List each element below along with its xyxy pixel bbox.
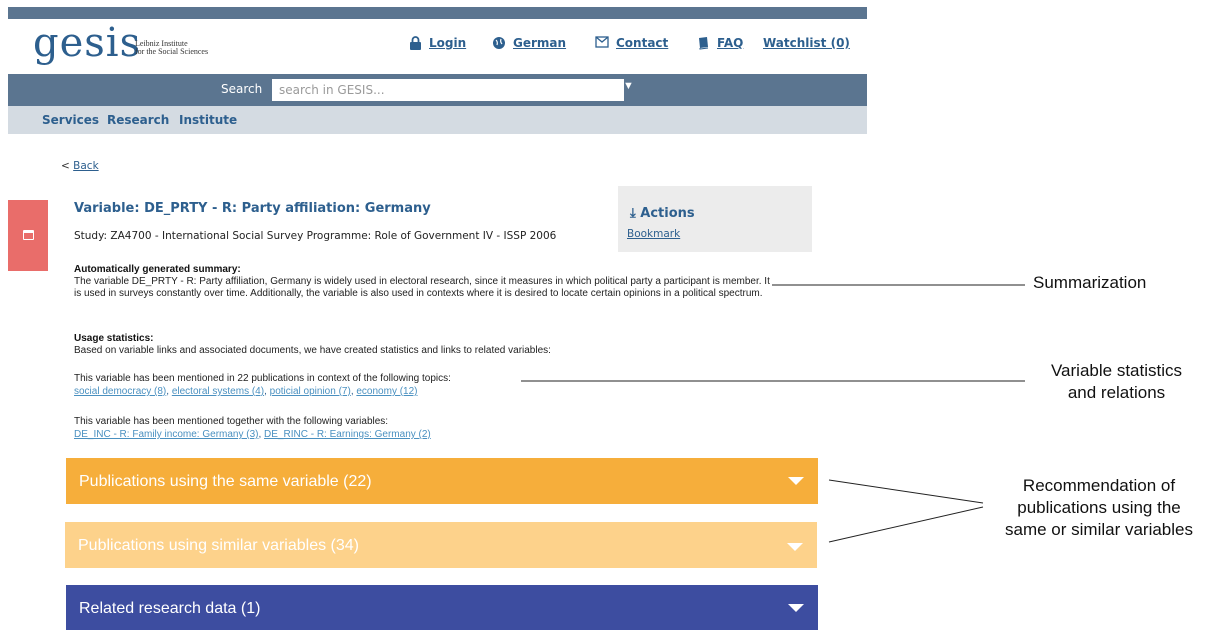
calendar-icon <box>23 230 34 240</box>
topic-link[interactable]: economy (12) <box>356 386 417 397</box>
book-icon <box>696 36 710 50</box>
search-dropdown-icon[interactable]: ▼ <box>623 80 634 92</box>
chevron-down-icon[interactable] <box>788 604 804 612</box>
rec-line-upper <box>828 479 984 504</box>
chevron-down-icon[interactable] <box>787 543 803 551</box>
annotation-summarization: Summarization <box>1033 273 1147 292</box>
topic-link[interactable]: electoral systems (4) <box>172 386 264 397</box>
panel-similar-variables[interactable]: Publications using similar variables (34… <box>65 522 817 568</box>
panel-title: Publications using the same variable (22… <box>79 473 372 490</box>
search-input[interactable] <box>272 79 624 101</box>
chevron-down-icon[interactable] <box>788 477 804 485</box>
study-info: Study: ZA4700 - International Social Sur… <box>74 230 557 242</box>
back-link[interactable]: < Back <box>61 160 99 172</box>
topic-link[interactable]: social democracy (8) <box>74 386 166 397</box>
variable-links: DE_INC - R: Family income: Germany (3), … <box>74 429 431 440</box>
summary-heading: Automatically generated summary: <box>74 264 241 275</box>
summary-text: The variable DE_PRTY - R: Party affiliat… <box>74 276 770 299</box>
actions-box: ⤓ Actions Bookmark <box>618 186 812 252</box>
language-link[interactable]: German <box>492 36 566 50</box>
envelope-icon <box>595 36 609 50</box>
contact-link[interactable]: Contact <box>595 36 668 50</box>
annotation-recommendation: Recommendation of publications using the… <box>1005 476 1193 539</box>
lock-icon <box>408 36 422 50</box>
download-icon: ⤓ <box>630 206 636 221</box>
topic-links: social democracy (8), electoral systems … <box>74 386 418 397</box>
watchlist-link[interactable]: Watchlist (0) <box>763 36 850 50</box>
logo-subtitle: Leibniz Institute for the Social Science… <box>135 39 209 56</box>
login-link[interactable]: Login <box>408 36 466 50</box>
related-variable-link[interactable]: DE_INC - R: Family income: Germany (3) <box>74 429 258 440</box>
panel-title: Related research data (1) <box>79 600 261 617</box>
gesis-logo[interactable]: gesis <box>33 23 141 63</box>
topics-text: This variable has been mentioned in 22 p… <box>74 373 451 384</box>
category-tab[interactable] <box>8 200 48 271</box>
site-header: gesis Leibniz Institute for the Social S… <box>8 19 867 74</box>
nav-institute[interactable]: Institute <box>179 113 237 127</box>
related-variable-link[interactable]: DE_RINC - R: Earnings: Germany (2) <box>264 429 431 440</box>
top-stripe <box>8 7 867 19</box>
actions-heading[interactable]: ⤓ Actions <box>630 206 695 221</box>
faq-link[interactable]: FAQ <box>696 36 743 50</box>
globe-icon <box>492 36 506 50</box>
panel-same-variable[interactable]: Publications using the same variable (22… <box>66 458 818 504</box>
usage-heading: Usage statistics: <box>74 333 154 344</box>
panel-related-research-data[interactable]: Related research data (1) <box>66 585 818 630</box>
page-title: Variable: DE_PRTY - R: Party affiliation… <box>74 201 431 216</box>
search-label: Search <box>221 82 263 96</box>
bookmark-link[interactable]: Bookmark <box>627 228 680 240</box>
rec-line-lower <box>828 506 984 543</box>
sub-navigation: Services Research Institute <box>8 106 867 134</box>
topic-link[interactable]: poticial opinion (7) <box>270 386 351 397</box>
variables-text: This variable has been mentioned togethe… <box>74 416 389 427</box>
nav-research[interactable]: Research <box>107 113 169 127</box>
usage-intro: Based on variable links and associated d… <box>74 345 551 356</box>
search-bar: Search ▼ <box>8 74 867 106</box>
annotation-statistics: Variable statistics and relations <box>1050 361 1182 402</box>
nav-services[interactable]: Services <box>42 113 99 127</box>
panel-title: Publications using similar variables (34… <box>78 537 360 554</box>
